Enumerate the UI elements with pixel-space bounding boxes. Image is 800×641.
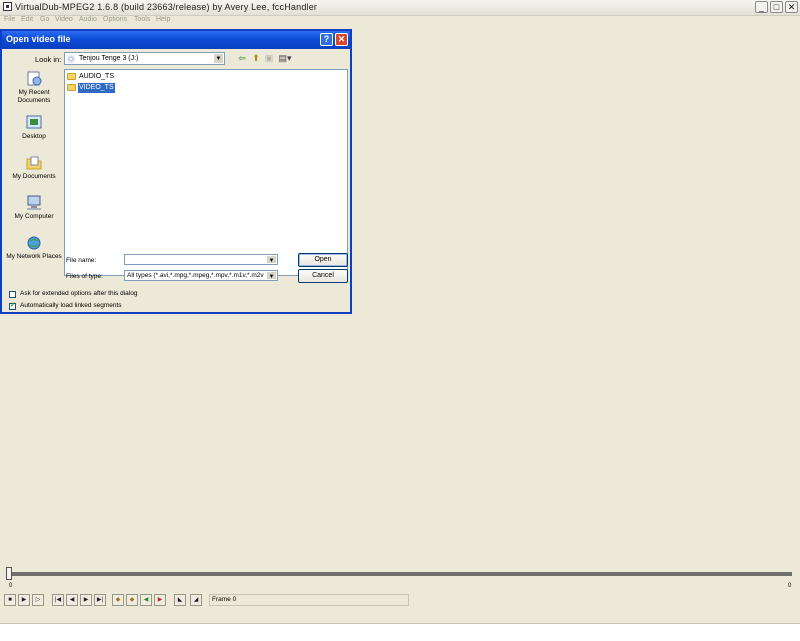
position-slider-track[interactable] bbox=[8, 572, 792, 576]
up-folder-icon[interactable]: ⬆ bbox=[251, 53, 261, 63]
recent-documents-icon bbox=[25, 71, 43, 87]
app-title-bar: VirtualDub-MPEG2 1.6.8 (build 23663/rele… bbox=[0, 0, 800, 16]
app-title: VirtualDub-MPEG2 1.6.8 (build 23663/rele… bbox=[15, 2, 318, 12]
end-tick-label: 0 bbox=[788, 583, 792, 589]
place-label: My Computer bbox=[14, 213, 54, 220]
new-folder-icon[interactable]: ▣ bbox=[264, 53, 274, 63]
checkmark-icon: ✓ bbox=[10, 302, 16, 309]
file-list[interactable]: AUDIO_TS VIDEO_TS bbox=[64, 69, 348, 276]
view-menu-icon[interactable]: ▤▾ bbox=[278, 53, 292, 63]
position-slider-thumb[interactable] bbox=[6, 567, 12, 580]
place-recent-documents[interactable]: My Recent Documents bbox=[6, 71, 62, 105]
dialog-title: Open video file bbox=[6, 34, 71, 44]
play-input-button[interactable]: ▶ bbox=[18, 594, 30, 606]
place-my-documents[interactable]: My Documents bbox=[6, 155, 62, 181]
menu-file[interactable]: File bbox=[4, 16, 15, 23]
desktop-icon bbox=[25, 115, 43, 131]
chevron-down-icon[interactable]: ▼ bbox=[267, 256, 276, 264]
places-bar: My Recent Documents Desktop My Documents… bbox=[6, 69, 62, 309]
chevron-down-icon[interactable]: ▼ bbox=[214, 54, 223, 63]
maximize-button[interactable]: □ bbox=[770, 1, 783, 13]
file-name-label: AUDIO_TS bbox=[79, 73, 115, 80]
dialog-close-button[interactable]: ✕ bbox=[335, 33, 348, 46]
next-frame-button[interactable]: ▶ bbox=[80, 594, 92, 606]
place-label: Desktop bbox=[22, 133, 46, 140]
chevron-down-icon[interactable]: ▼ bbox=[267, 272, 276, 280]
cancel-button[interactable]: Cancel bbox=[298, 269, 348, 283]
look-in-dropdown[interactable]: Tenjou Tenge 3 (J:) ▼ bbox=[64, 52, 225, 65]
file-name-label: VIDEO_TS bbox=[78, 83, 115, 93]
file-name-input[interactable]: ▼ bbox=[124, 254, 278, 265]
play-output-button[interactable]: ▷ bbox=[32, 594, 44, 606]
help-button[interactable]: ? bbox=[320, 33, 333, 46]
prev-keyframe-button[interactable]: ◆ bbox=[112, 594, 124, 606]
open-button[interactable]: Open bbox=[298, 253, 348, 267]
my-computer-icon bbox=[25, 195, 43, 211]
scene-forward-button[interactable]: ▶ bbox=[154, 594, 166, 606]
start-tick-label: 0 bbox=[9, 583, 13, 589]
stop-button[interactable]: ■ bbox=[4, 594, 16, 606]
close-button[interactable]: ✕ bbox=[785, 1, 798, 13]
menu-video[interactable]: Video bbox=[55, 16, 73, 23]
menu-edit[interactable]: Edit bbox=[21, 16, 33, 23]
place-label: My Documents bbox=[12, 173, 56, 180]
status-bar bbox=[0, 623, 800, 641]
app-icon bbox=[3, 2, 12, 11]
network-places-icon bbox=[25, 235, 43, 251]
files-of-type-value: All types (*.avi,*.mpg,*.mpeg,*.mpv,*.m1… bbox=[127, 272, 264, 279]
next-keyframe-button[interactable]: ◆ bbox=[126, 594, 138, 606]
place-label: My Network Places bbox=[6, 253, 62, 260]
my-documents-icon bbox=[25, 155, 43, 171]
menu-help[interactable]: Help bbox=[156, 16, 170, 23]
mark-in-button[interactable]: ◣ bbox=[174, 594, 186, 606]
auto-load-checkbox[interactable]: ✓ bbox=[9, 302, 16, 310]
prev-frame-button[interactable]: ◀ bbox=[66, 594, 78, 606]
go-end-button[interactable]: ▶| bbox=[94, 594, 106, 606]
extended-options-label: Ask for extended options after this dial… bbox=[20, 290, 138, 297]
place-label: My Recent Documents bbox=[17, 89, 51, 104]
menu-go[interactable]: Go bbox=[40, 16, 49, 23]
extended-options-checkbox[interactable] bbox=[9, 291, 16, 298]
menu-options[interactable]: Options bbox=[103, 16, 127, 23]
menu-audio[interactable]: Audio bbox=[79, 16, 97, 23]
look-in-label: Look in: bbox=[35, 55, 62, 64]
minimize-button[interactable]: _ bbox=[755, 1, 768, 13]
back-arrow-icon[interactable]: ⇦ bbox=[237, 53, 247, 63]
mark-out-button[interactable]: ◢ bbox=[190, 594, 202, 606]
look-in-value: Tenjou Tenge 3 (J:) bbox=[79, 55, 139, 62]
frame-indicator: Frame 0 bbox=[209, 594, 409, 606]
folder-icon bbox=[67, 73, 76, 80]
scene-back-button[interactable]: ◀ bbox=[140, 594, 152, 606]
auto-load-label: Automatically load linked segments bbox=[20, 302, 122, 309]
dialog-title-bar[interactable]: Open video file ? ✕ bbox=[2, 31, 350, 49]
open-video-dialog: Open video file ? ✕ Look in: Tenjou Teng… bbox=[0, 29, 352, 314]
place-desktop[interactable]: Desktop bbox=[6, 115, 62, 141]
files-of-type-label: Files of type: bbox=[66, 273, 103, 280]
go-start-button[interactable]: |◀ bbox=[52, 594, 64, 606]
menu-tools[interactable]: Tools bbox=[134, 16, 150, 23]
place-my-computer[interactable]: My Computer bbox=[6, 195, 62, 221]
files-of-type-select[interactable]: All types (*.avi,*.mpg,*.mpeg,*.mpv,*.m1… bbox=[124, 270, 278, 281]
place-network-places[interactable]: My Network Places bbox=[6, 235, 62, 261]
folder-icon bbox=[67, 84, 76, 91]
file-name-field-label: File name: bbox=[66, 257, 97, 264]
cd-drive-icon bbox=[67, 55, 75, 63]
menu-bar: File Edit Go Video Audio Options Tools H… bbox=[0, 15, 800, 27]
